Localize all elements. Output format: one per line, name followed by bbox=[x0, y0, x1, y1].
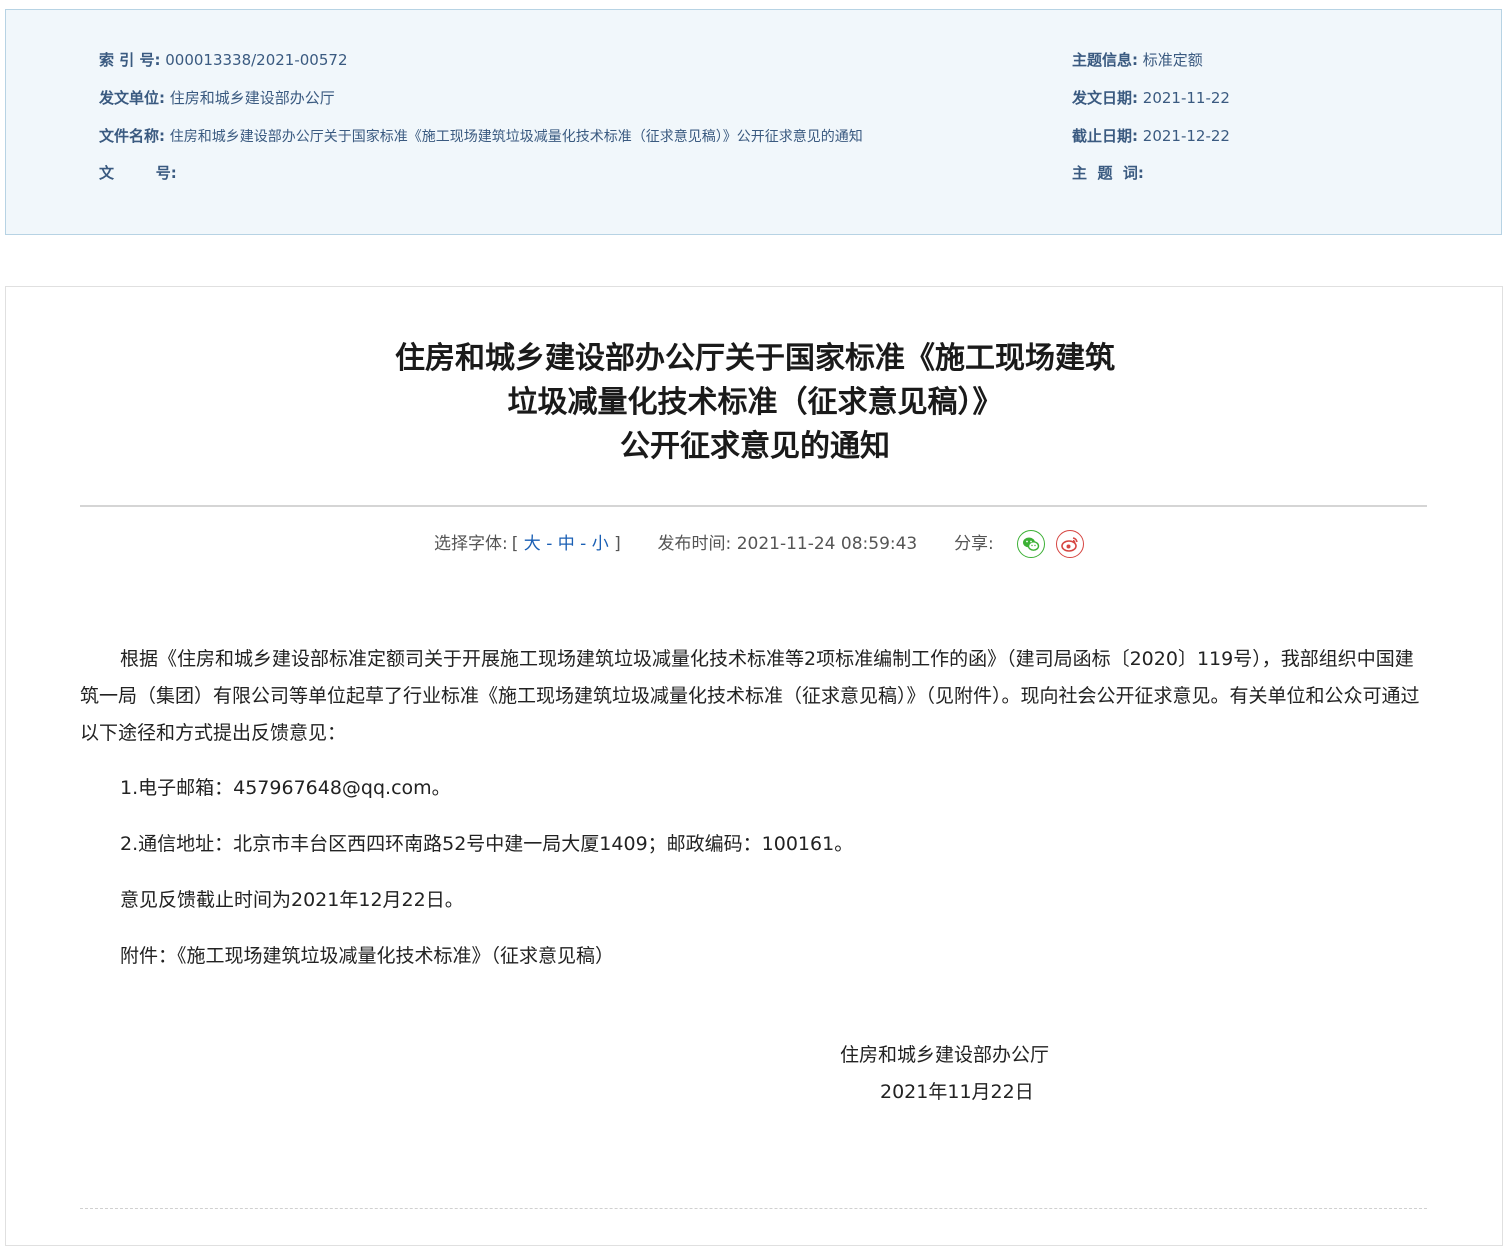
attachment-text: 附件：《施工现场建筑垃圾减量化技术标准》（征求意见稿） bbox=[120, 945, 615, 967]
meta-filename-value: 住房和城乡建设部办公厅关于国家标准《施工现场建筑垃圾减量化技术标准（征求意见稿）… bbox=[169, 129, 863, 145]
publish-time-label: 发布时间: bbox=[657, 534, 732, 554]
title-line-1: 住房和城乡建设部办公厅关于国家标准《施工现场建筑 bbox=[395, 341, 1115, 376]
weibo-icon bbox=[1061, 537, 1078, 552]
share-label: 分享: bbox=[954, 534, 994, 554]
article-body: 根据《住房和城乡建设部标准定额司关于开展施工现场建筑垃圾减量化技术标准等2项标准… bbox=[80, 641, 1425, 975]
meta-docno-label: 文 号: bbox=[99, 164, 177, 182]
wechat-share-button[interactable] bbox=[1016, 530, 1045, 558]
font-bracket-close: ] bbox=[614, 534, 621, 554]
meta-index-value: 000013338/2021-00572 bbox=[165, 51, 348, 69]
meta-date-row: 发文日期: 2021-11-22 bbox=[1072, 88, 1230, 108]
font-size-label: 选择字体: bbox=[434, 534, 508, 554]
bottom-divider bbox=[80, 1208, 1427, 1209]
article-toolbar: 选择字体:[ 大 - 中 - 小 ] 发布时间: 2021-11-24 08:5… bbox=[434, 530, 1085, 558]
body-paragraph-1: 根据《住房和城乡建设部标准定额司关于开展施工现场建筑垃圾减量化技术标准等2项标准… bbox=[80, 648, 1420, 744]
signature-date: 2021年11月22日 bbox=[880, 1081, 1034, 1103]
meta-index-row: 索 引 号: 000013338/2021-00572 bbox=[99, 50, 347, 70]
meta-deadline-row: 截止日期: 2021-12-22 bbox=[1072, 126, 1230, 146]
publish-time-value: 2021-11-24 08:59:43 bbox=[736, 534, 918, 554]
wechat-icon bbox=[1022, 537, 1039, 551]
contact-email-item: 1.电子邮箱：457967648@qq.com。 bbox=[120, 777, 451, 799]
title-line-3: 公开征求意见的通知 bbox=[620, 429, 890, 464]
metadata-panel: 索 引 号: 000013338/2021-00572 发文单位: 住房和城乡建… bbox=[5, 9, 1502, 235]
meta-topic-value: 标准定额 bbox=[1142, 51, 1203, 69]
meta-topic-label: 主题信息: bbox=[1072, 51, 1138, 69]
signature-org: 住房和城乡建设部办公厅 bbox=[840, 1044, 1050, 1066]
meta-keywords-row: 主 题 词: bbox=[1072, 163, 1144, 183]
deadline-text: 意见反馈截止时间为2021年12月22日。 bbox=[120, 889, 464, 911]
meta-date-label: 发文日期: bbox=[1072, 89, 1138, 107]
title-line-2: 垃圾减量化技术标准（征求意见稿）》 bbox=[507, 385, 1003, 420]
meta-filename-label: 文件名称: bbox=[99, 127, 165, 145]
meta-topic-row: 主题信息: 标准定额 bbox=[1072, 50, 1203, 70]
article-title: 住房和城乡建设部办公厅关于国家标准《施工现场建筑 垃圾减量化技术标准（征求意见稿… bbox=[0, 337, 1510, 469]
font-bracket-open: [ bbox=[511, 534, 519, 554]
meta-issuer-label: 发文单位: bbox=[99, 89, 165, 107]
contact-address-item: 2.通信地址：北京市丰台区西四环南路52号中建一局大厦1409；邮政编码：100… bbox=[120, 833, 854, 855]
meta-issuer-row: 发文单位: 住房和城乡建设部办公厅 bbox=[99, 88, 335, 108]
meta-docno-row: 文 号: bbox=[99, 163, 177, 183]
font-size-large-link[interactable]: 大 bbox=[524, 534, 541, 554]
meta-date-value: 2021-11-22 bbox=[1142, 89, 1230, 107]
meta-deadline-value: 2021-12-22 bbox=[1142, 127, 1230, 145]
meta-filename-row: 文件名称: 住房和城乡建设部办公厅关于国家标准《施工现场建筑垃圾减量化技术标准（… bbox=[99, 126, 863, 147]
meta-index-label: 索 引 号: bbox=[99, 51, 161, 69]
meta-keywords-label: 主 题 词: bbox=[1072, 164, 1144, 182]
font-size-small-link[interactable]: 小 bbox=[592, 534, 609, 554]
meta-issuer-value: 住房和城乡建设部办公厅 bbox=[169, 89, 335, 107]
weibo-share-button[interactable] bbox=[1056, 530, 1085, 558]
font-dash-1: - bbox=[546, 534, 553, 554]
font-size-medium-link[interactable]: 中 bbox=[558, 534, 575, 554]
meta-deadline-label: 截止日期: bbox=[1072, 127, 1138, 145]
font-dash-2: - bbox=[580, 534, 587, 554]
title-divider bbox=[80, 505, 1427, 507]
